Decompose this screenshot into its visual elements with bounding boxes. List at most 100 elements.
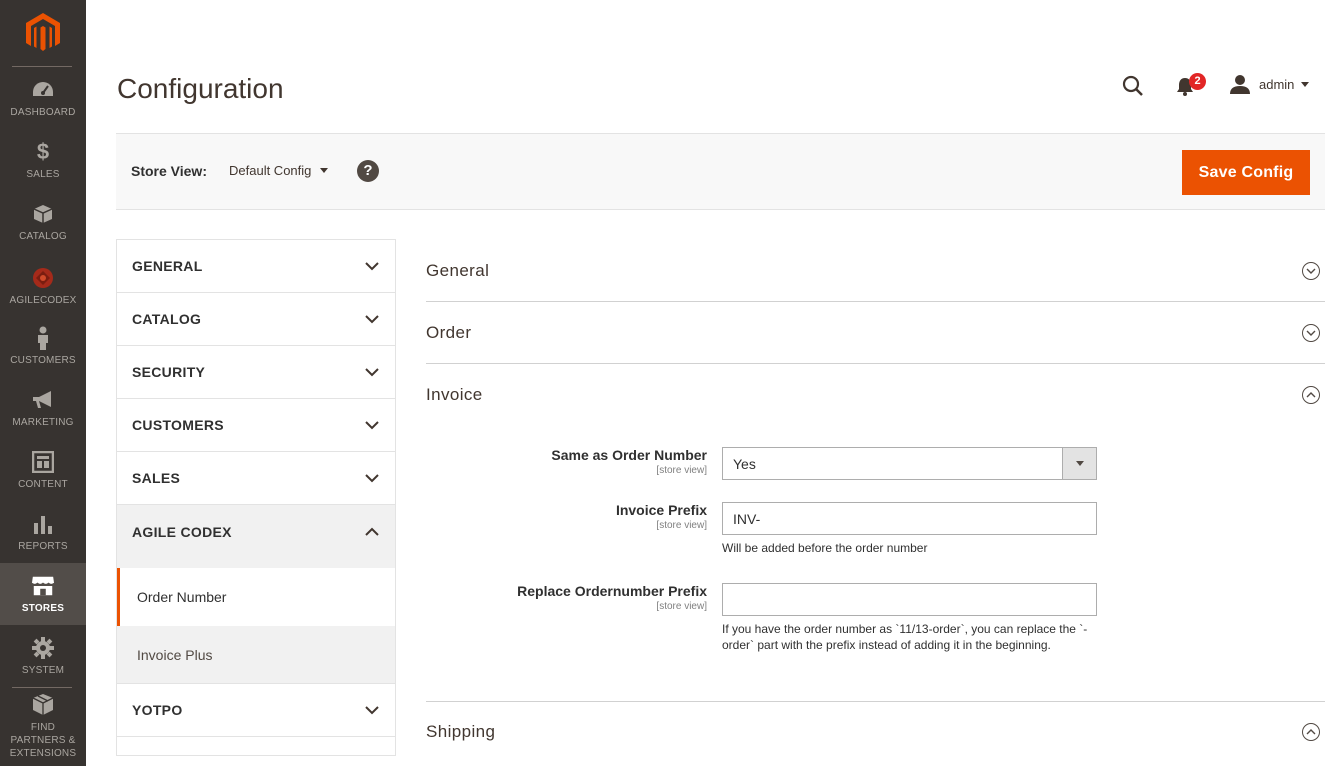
chevron-down-icon <box>365 261 379 270</box>
store-view-bar: Store View: Default Config ? Save Config <box>116 133 1325 210</box>
nav-content[interactable]: CONTENT <box>0 439 86 501</box>
config-sections: General Order Invoice Same as Order Numb… <box>426 240 1325 702</box>
nav-label: CUSTOMERS <box>10 354 76 366</box>
nav-stores[interactable]: STORES <box>0 563 86 625</box>
section-title: Shipping <box>426 722 496 741</box>
chevron-down-icon <box>365 705 379 714</box>
tab-catalog[interactable]: CATALOG <box>117 293 395 346</box>
tab-general[interactable]: GENERAL <box>117 240 395 293</box>
chevron-down-icon <box>1062 448 1096 479</box>
input-value: INV- <box>733 510 761 527</box>
tab-label: AGILE CODEX <box>132 523 232 540</box>
nav-find-partners[interactable]: FIND PARTNERS & EXTENSIONS <box>0 690 86 762</box>
page-title: Configuration <box>117 73 284 104</box>
layout-icon <box>31 450 55 474</box>
invoice-prefix-label-group: Invoice Prefix [store view] <box>616 502 707 531</box>
chevron-down-icon <box>365 314 379 323</box>
help-icon[interactable]: ? <box>357 160 379 182</box>
tab-label: GENERAL <box>132 258 203 274</box>
nav-label: SYSTEM <box>21 664 65 676</box>
store-view-value: Default Config <box>229 163 312 178</box>
admin-user-menu[interactable]: admin <box>1230 74 1310 94</box>
magento-logo[interactable] <box>0 0 86 66</box>
bar-chart-icon <box>31 512 55 536</box>
dashboard-icon <box>31 78 55 102</box>
section-invoice[interactable]: Invoice <box>426 364 1325 426</box>
admin-sidebar: DASHBOARD $ SALES CATALOG AGILECODEX CUS… <box>0 0 86 766</box>
nav-label: SALES <box>26 168 60 180</box>
nav-sales[interactable]: $ SALES <box>0 129 86 191</box>
tab-sales[interactable]: SALES <box>117 452 395 505</box>
tab-label: YOTPO <box>132 702 183 718</box>
agile-codex-subtabs: Order Number Invoice Plus <box>117 558 395 684</box>
scope-label: [store view] <box>656 520 707 531</box>
notification-count-badge: 2 <box>1189 73 1206 90</box>
same-as-order-select[interactable]: Yes <box>722 447 1097 480</box>
replace-prefix-input[interactable] <box>722 583 1097 616</box>
chevron-down-icon <box>365 473 379 482</box>
same-as-order-label-group: Same as Order Number [store view] <box>551 447 707 476</box>
boxes-icon <box>31 693 55 717</box>
nav-label: FIND PARTNERS & EXTENSIONS <box>9 721 77 759</box>
nav-catalog[interactable]: CATALOG <box>0 191 86 253</box>
select-value: Yes <box>733 455 756 472</box>
replace-prefix-note: If you have the order number as `11/13-o… <box>722 622 1088 652</box>
store-view-label: Store View: <box>131 163 207 179</box>
nav-label: STORES <box>21 602 65 614</box>
expand-icon <box>1302 261 1320 280</box>
store-icon <box>31 574 55 598</box>
collapse-icon <box>1302 386 1320 404</box>
nav-label: CONTENT <box>18 478 68 490</box>
tab-security[interactable]: SECURITY <box>117 346 395 399</box>
nav-reports[interactable]: REPORTS <box>0 501 86 563</box>
section-shipping[interactable]: Shipping <box>426 701 1325 763</box>
invoice-prefix-note: Will be added before the order number <box>722 541 928 555</box>
person-icon <box>31 326 55 350</box>
field-label: Same as Order Number <box>551 447 707 463</box>
field-label: Replace Ordernumber Prefix <box>517 583 707 599</box>
nav-label: DASHBOARD <box>10 106 76 118</box>
gear-icon <box>31 636 55 660</box>
subtab-invoice-plus[interactable]: Invoice Plus <box>117 626 395 683</box>
invoice-prefix-input[interactable]: INV- <box>722 502 1097 535</box>
nav-marketing[interactable]: MARKETING <box>0 377 86 439</box>
chevron-down-icon <box>1301 81 1310 87</box>
nav-label: AGILECODEX <box>9 294 77 306</box>
tab-label: CATALOG <box>132 311 202 327</box>
nav-system[interactable]: SYSTEM <box>0 625 86 687</box>
tab-label: CUSTOMERS <box>132 417 224 433</box>
tab-agile-codex[interactable]: AGILE CODEX <box>117 505 395 558</box>
user-icon <box>1230 75 1250 94</box>
invoice-fields: Same as Order Number [store view] Yes In… <box>426 426 1325 702</box>
agilecodex-icon <box>31 266 55 290</box>
nav-agilecodex[interactable]: AGILECODEX <box>0 253 86 319</box>
section-general[interactable]: General <box>426 240 1325 302</box>
save-config-button[interactable]: Save Config <box>1182 150 1310 195</box>
tab-customers[interactable]: CUSTOMERS <box>117 399 395 452</box>
expand-icon <box>1302 323 1320 342</box>
scope-label: [store view] <box>656 465 707 476</box>
tab-label: SALES <box>132 470 181 486</box>
subtab-order-number[interactable]: Order Number <box>117 568 395 626</box>
chevron-up-icon <box>365 527 379 536</box>
section-shipping-wrap: Shipping <box>426 701 1325 763</box>
section-order[interactable]: Order <box>426 302 1325 364</box>
replace-prefix-label-group: Replace Ordernumber Prefix [store view] <box>517 583 707 612</box>
tab-label: SECURITY <box>132 364 206 380</box>
section-title: General <box>426 260 490 280</box>
admin-username: admin <box>1259 76 1295 92</box>
chevron-down-icon <box>365 367 379 376</box>
nav-label: CATALOG <box>19 230 67 242</box>
store-view-switcher[interactable]: Default Config <box>229 163 329 178</box>
config-tabs: GENERAL CATALOG SECURITY CUSTOMERS SALES… <box>116 239 396 756</box>
scope-label: [store view] <box>656 601 707 612</box>
chevron-down-icon <box>365 420 379 429</box>
tab-yotpo[interactable]: YOTPO <box>117 684 395 737</box>
section-title: Invoice <box>426 385 483 404</box>
box-icon <box>31 202 55 226</box>
nav-customers[interactable]: CUSTOMERS <box>0 315 86 377</box>
nav-dashboard[interactable]: DASHBOARD <box>0 67 86 129</box>
nav-label: MARKETING <box>12 416 74 428</box>
search-icon[interactable] <box>1121 74 1145 103</box>
field-label: Invoice Prefix <box>615 502 707 518</box>
